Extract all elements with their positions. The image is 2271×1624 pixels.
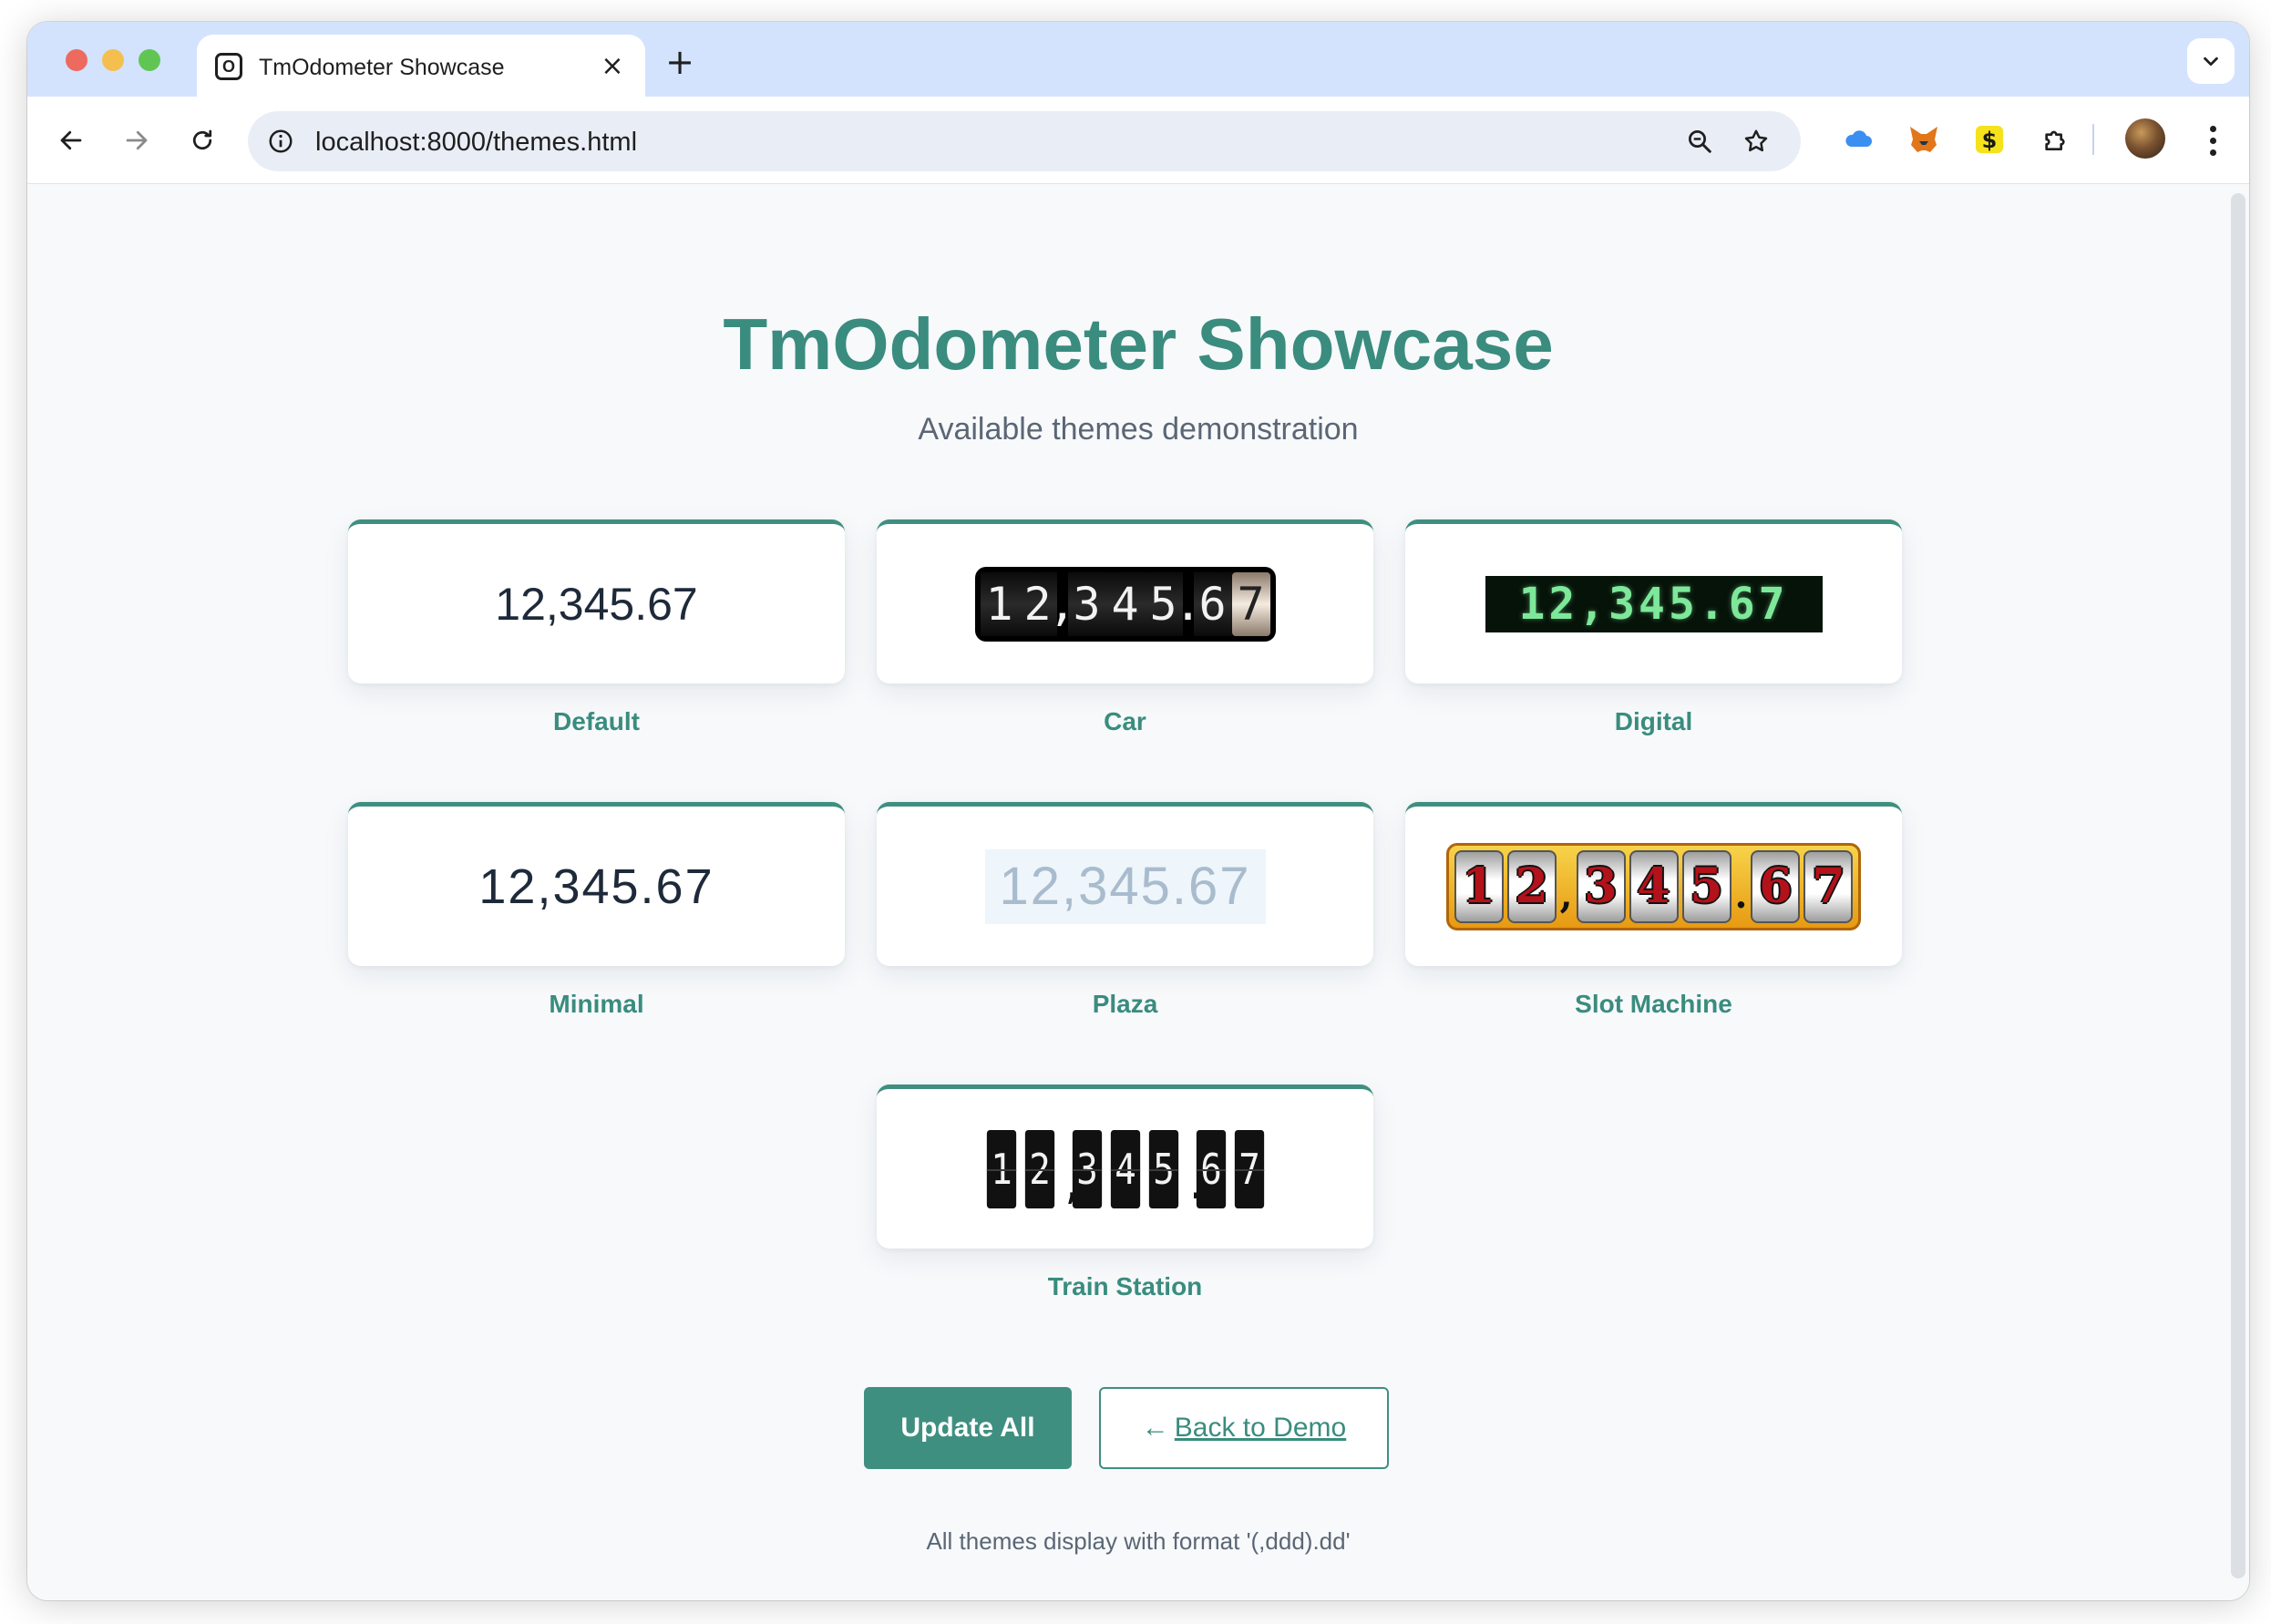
odometer-digit: 6 bbox=[1751, 849, 1801, 923]
odometer-digit: 2 bbox=[1024, 1129, 1054, 1208]
theme-label: Car bbox=[1104, 707, 1146, 735]
page-title: TmOdometer Showcase bbox=[723, 303, 1554, 385]
page-subtitle: Available themes demonstration bbox=[918, 412, 1359, 447]
page-viewport: TmOdometer Showcase Available themes dem… bbox=[27, 184, 2249, 1600]
theme-card-slot-machine: 12,345.67 bbox=[1405, 802, 1902, 966]
odometer-digit: 3 bbox=[1576, 849, 1626, 923]
forward-icon[interactable] bbox=[113, 117, 160, 164]
odometer-plaza: 12,345.67 bbox=[984, 848, 1266, 924]
chevron-down-icon[interactable] bbox=[2187, 38, 2235, 84]
kebab-menu-icon[interactable] bbox=[2194, 120, 2231, 160]
odometer-separator: . bbox=[1185, 1162, 1209, 1208]
zoom-icon[interactable] bbox=[1680, 122, 1719, 160]
close-window-button[interactable] bbox=[66, 49, 87, 71]
theme-card-train-station: 12,345.67 bbox=[877, 1084, 1373, 1249]
back-to-demo-button[interactable]: ← Back to Demo bbox=[1099, 1387, 1389, 1469]
browser-window: O TmOdometer Showcase × + localhost:8000… bbox=[27, 22, 2249, 1600]
odometer-separator: . bbox=[1734, 873, 1748, 917]
back-icon[interactable] bbox=[47, 117, 95, 164]
theme-label: Slot Machine bbox=[1575, 990, 1732, 1018]
back-to-demo-label: Back to Demo bbox=[1174, 1413, 1347, 1443]
cloud-extension-icon[interactable] bbox=[1837, 118, 1879, 160]
odometer-default: 12,345.67 bbox=[495, 578, 698, 630]
favicon-icon: O bbox=[215, 53, 242, 80]
theme-label: Train Station bbox=[1047, 1272, 1203, 1300]
odometer-digit: 4 bbox=[1629, 849, 1679, 923]
minimize-window-button[interactable] bbox=[102, 49, 124, 71]
odometer-digit: 4 bbox=[1110, 1129, 1140, 1208]
info-icon[interactable] bbox=[262, 123, 299, 159]
theme-label: Digital bbox=[1614, 707, 1693, 735]
puzzle-icon[interactable] bbox=[2034, 118, 2076, 160]
odometer-separator: , bbox=[1048, 571, 1076, 636]
theme-card-minimal: 12,345.67 bbox=[348, 802, 845, 966]
format-footnote: All themes display with format '(,ddd).d… bbox=[926, 1527, 1351, 1555]
odometer-minimal: 12,345.67 bbox=[478, 858, 714, 914]
theme-card-plaza: 12,345.67 bbox=[877, 802, 1373, 966]
tab-strip: O TmOdometer Showcase × + bbox=[27, 22, 2249, 97]
odometer-separator: , bbox=[1061, 1162, 1085, 1208]
odometer-separator: , bbox=[1559, 873, 1573, 917]
update-all-button[interactable]: Update All bbox=[864, 1387, 1072, 1469]
odometer-digit: 5 bbox=[1681, 849, 1732, 923]
odometer-digit: 6 bbox=[1196, 1129, 1226, 1208]
arrow-left-icon: ← bbox=[1141, 1413, 1169, 1443]
odometer-separator: . bbox=[1174, 571, 1202, 636]
theme-label: Default bbox=[553, 707, 640, 735]
odometer-digit: 1 bbox=[980, 571, 1019, 636]
svg-text:$: $ bbox=[1982, 128, 1998, 153]
odometer-digit: 1 bbox=[1454, 849, 1504, 923]
odometer-digital: 12,345.67 bbox=[1485, 575, 1823, 632]
toolbar-divider bbox=[2092, 124, 2094, 155]
theme-card-digital: 12,345.67 bbox=[1405, 519, 1902, 684]
reload-icon[interactable] bbox=[179, 117, 226, 164]
dollar-extension-icon[interactable]: $ bbox=[1968, 118, 2010, 160]
odometer-digit: 3 bbox=[1067, 571, 1106, 636]
odometer-car: 12,345.67 bbox=[974, 566, 1276, 642]
odometer-slot-machine: 12,345.67 bbox=[1445, 842, 1862, 930]
plus-icon[interactable]: + bbox=[662, 44, 698, 80]
theme-label: Plaza bbox=[1092, 990, 1158, 1018]
close-icon[interactable]: × bbox=[596, 49, 629, 82]
maximize-window-button[interactable] bbox=[139, 49, 160, 71]
scrollbar[interactable] bbox=[2231, 193, 2245, 1578]
odometer-digit: 6 bbox=[1193, 571, 1232, 636]
fox-extension-icon[interactable] bbox=[1903, 118, 1945, 160]
odometer-digit: 7 bbox=[1803, 849, 1854, 923]
star-icon[interactable] bbox=[1737, 122, 1775, 160]
browser-toolbar: localhost:8000/themes.html $ bbox=[27, 97, 2249, 184]
odometer-digit: 7 bbox=[1234, 1129, 1264, 1208]
odometer-train-station: 12,345.67 bbox=[984, 1129, 1267, 1208]
url-text[interactable]: localhost:8000/themes.html bbox=[315, 128, 637, 158]
odometer-digit: 2 bbox=[1506, 849, 1557, 923]
odometer-digit: 4 bbox=[1105, 571, 1145, 636]
odometer-digit: 3 bbox=[1072, 1129, 1102, 1208]
odometer-digit: 5 bbox=[1148, 1129, 1178, 1208]
odometer-digit: 1 bbox=[986, 1129, 1016, 1208]
tab-title: TmOdometer Showcase bbox=[259, 55, 505, 80]
odometer-digit: 7 bbox=[1231, 571, 1270, 636]
address-bar[interactable]: localhost:8000/themes.html bbox=[248, 111, 1801, 171]
avatar[interactable] bbox=[2125, 118, 2165, 159]
theme-label: Minimal bbox=[549, 990, 644, 1018]
theme-card-car: 12,345.67 bbox=[877, 519, 1373, 684]
theme-card-default: 12,345.67 bbox=[348, 519, 845, 684]
tab-active[interactable]: O TmOdometer Showcase × bbox=[197, 35, 645, 97]
